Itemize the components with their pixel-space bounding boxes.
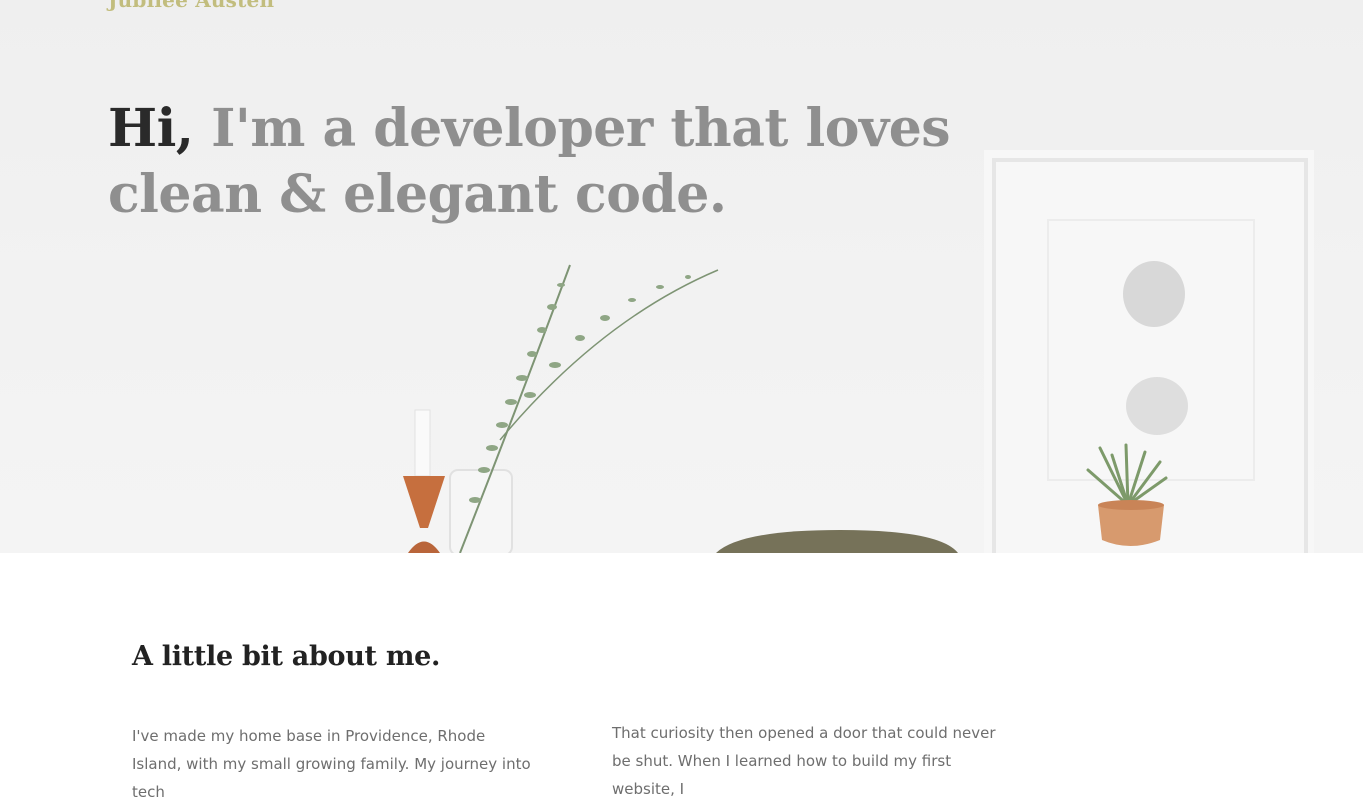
glass-jar <box>449 469 513 553</box>
chair-top <box>716 530 958 553</box>
hero-tagline: I'm a developer that loves clean & elega… <box>108 98 951 225</box>
brand-name[interactable]: Jubilee Austen <box>108 0 274 12</box>
hero-background-image <box>403 150 1314 553</box>
hero-section: Jubilee Austen Hi, I'm a developer that … <box>0 0 1363 553</box>
about-section: A little bit about me. I've made my home… <box>0 553 1363 801</box>
picture-frame <box>984 150 1314 553</box>
hero-headline: Hi, I'm a developer that loves clean & e… <box>108 96 988 228</box>
hero-greeting: Hi, <box>108 98 194 159</box>
candle-holder <box>403 409 445 553</box>
about-paragraph-left: I've made my home base in Providence, Rh… <box>132 727 531 801</box>
about-paragraph-right: That curiosity then opened a door that c… <box>612 724 996 798</box>
about-title: A little bit about me. <box>132 641 441 672</box>
